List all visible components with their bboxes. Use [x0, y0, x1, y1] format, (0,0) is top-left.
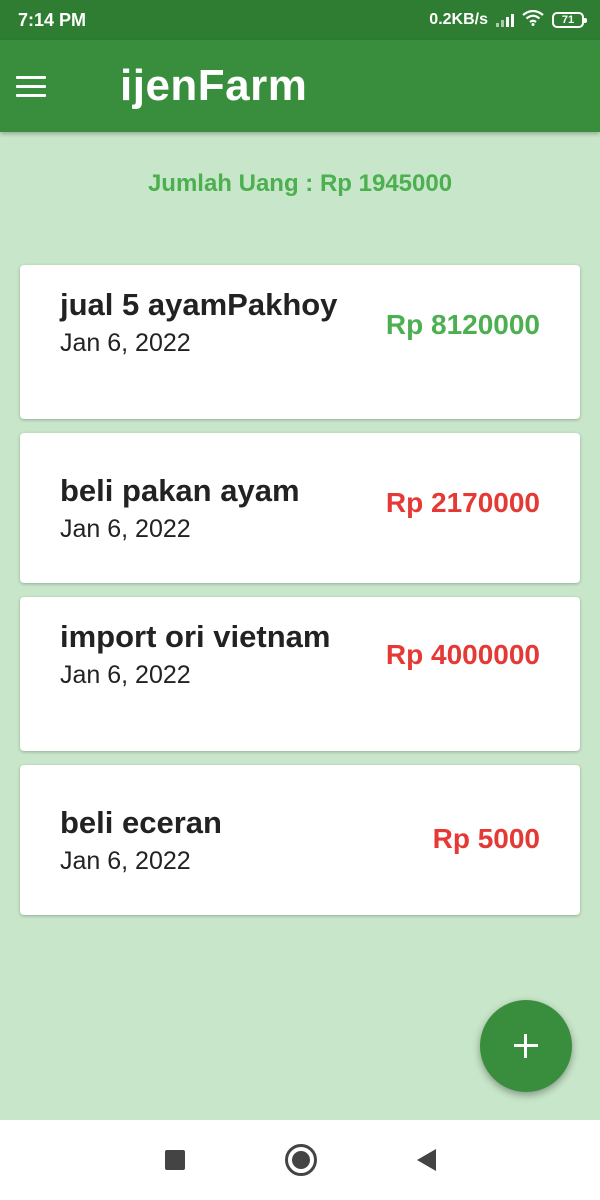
transaction-card[interactable]: jual 5 ayamPakhoy Jan 6, 2022 Rp 8120000 — [20, 265, 580, 419]
transaction-amount: Rp 8120000 — [385, 309, 540, 340]
back-icon[interactable] — [416, 1149, 436, 1171]
home-icon[interactable] — [284, 1144, 317, 1176]
app-bar: ijenFarm — [0, 40, 600, 132]
transaction-title: jual 5 ayamPakhoy — [60, 287, 338, 322]
status-bar: 7:14 PM 0.2KB/s 71 — [0, 0, 600, 40]
transaction-card[interactable]: import ori vietnam Jan 6, 2022 Rp 400000… — [20, 597, 580, 751]
signal-icon — [496, 13, 514, 27]
transaction-title: beli eceran — [60, 805, 222, 840]
recent-apps-icon[interactable] — [164, 1150, 185, 1170]
transaction-amount: Rp 5000 — [432, 823, 540, 854]
transaction-list: jual 5 ayamPakhoy Jan 6, 2022 Rp 8120000… — [20, 265, 580, 929]
transaction-title: import ori vietnam — [60, 619, 331, 654]
battery-icon: 71 — [552, 12, 587, 28]
transaction-date: Jan 6, 2022 — [60, 847, 191, 875]
navigation-bar — [0, 1120, 600, 1200]
transaction-card[interactable]: beli eceran Jan 6, 2022 Rp 5000 — [20, 765, 580, 915]
transaction-amount: Rp 4000000 — [385, 639, 540, 670]
transaction-amount: Rp 2170000 — [385, 487, 540, 518]
battery-level: 71 — [561, 13, 575, 26]
plus-icon — [514, 1034, 538, 1058]
wifi-icon — [522, 9, 544, 31]
transaction-date: Jan 6, 2022 — [60, 329, 191, 357]
transaction-card[interactable]: beli pakan ayam Jan 6, 2022 Rp 2170000 — [20, 433, 580, 583]
transaction-title: beli pakan ayam — [60, 473, 300, 508]
status-time: 7:14 PM — [18, 9, 87, 30]
status-icons: 0.2KB/s 71 — [429, 9, 587, 31]
total-amount: Jumlah Uang : Rp 1945000 — [147, 170, 453, 197]
hamburger-menu-icon[interactable] — [16, 56, 76, 116]
app-title: ijenFarm — [120, 61, 308, 110]
add-transaction-button[interactable] — [480, 1000, 572, 1092]
transaction-date: Jan 6, 2022 — [60, 661, 191, 689]
transaction-date: Jan 6, 2022 — [60, 515, 191, 543]
network-speed: 0.2KB/s — [429, 11, 488, 28]
